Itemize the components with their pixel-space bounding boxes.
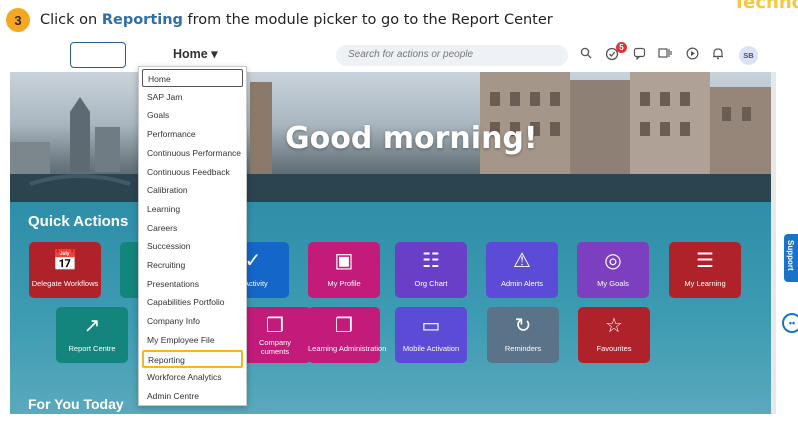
quick-action-label: Report Centre: [68, 344, 116, 353]
menu-item-admin-centre[interactable]: Admin Centre: [142, 387, 243, 405]
quick-action-tile[interactable]: ☰ My Learning: [669, 242, 741, 298]
alert-icon: ⚠: [513, 250, 531, 272]
org-chart-icon: ☷: [422, 250, 440, 272]
learning-admin-icon: ❐: [335, 315, 353, 337]
search-icon[interactable]: [578, 47, 594, 63]
compare-icon[interactable]: [657, 47, 673, 63]
menu-item-learning[interactable]: Learning: [142, 200, 243, 218]
quick-action-tile[interactable]: ↻ Reminders: [487, 307, 559, 363]
calendar-icon: 📅: [52, 250, 78, 272]
home-content: Quick Actions 📅Delegate Workflows☺R✓e Ac…: [10, 202, 771, 414]
quick-action-tile[interactable]: ❐ Company cuments: [239, 307, 311, 363]
reminder-icon: ↻: [514, 315, 532, 337]
search-input[interactable]: Search for actions or people: [336, 45, 568, 66]
quick-action-label: Learning Administration: [308, 344, 387, 353]
hero-banner: Good morning!: [10, 72, 771, 202]
quick-action-label: Company cuments: [258, 338, 292, 356]
top-navigation-bar: Home ▾ Search for actions or people 5 SB: [10, 40, 776, 72]
bell-icon[interactable]: [710, 47, 726, 63]
quick-action-tile[interactable]: 📅 Delegate Workflows: [29, 242, 101, 298]
support-label: Support: [786, 240, 795, 271]
quick-action-label: Favourites: [596, 344, 632, 353]
step-number-badge: 3: [6, 8, 30, 32]
quick-action-tile[interactable]: ☆ Favourites: [578, 307, 650, 363]
menu-item-presentations[interactable]: Presentations: [142, 275, 243, 293]
menu-item-my-employee-file[interactable]: My Employee File: [142, 331, 243, 349]
step-instruction: 3 Click on Reporting from the module pic…: [6, 8, 553, 32]
play-icon[interactable]: [684, 47, 700, 63]
menu-item-company-info[interactable]: Company Info: [142, 312, 243, 330]
quick-actions-title: Quick Actions: [28, 213, 129, 230]
quick-action-tile[interactable]: ❐ Learning Administration: [308, 307, 387, 363]
step-text-before: Click on: [40, 12, 102, 28]
menu-item-careers[interactable]: Careers: [142, 219, 243, 237]
screen: 3 Click on Reporting from the module pic…: [0, 0, 798, 426]
mobile-icon: ▭: [421, 315, 441, 337]
quick-action-tile[interactable]: ▣ My Profile: [308, 242, 380, 298]
module-picker-button[interactable]: Home ▾: [173, 46, 217, 61]
brand-watermark: Techno: [733, 0, 798, 13]
menu-item-performance[interactable]: Performance: [142, 125, 243, 143]
for-you-today-title: For You Today: [28, 396, 124, 412]
quick-action-label: My Learning: [684, 279, 726, 288]
quick-action-label: Admin Alerts: [500, 279, 544, 288]
menu-item-home[interactable]: Home: [142, 69, 243, 87]
quick-action-label: My Profile: [327, 279, 361, 288]
menu-item-continuous-performance[interactable]: Continuous Performance: [142, 144, 243, 162]
quick-action-tile[interactable]: ☷ Org Chart: [395, 242, 467, 298]
quick-action-label: Delegate Workflows: [31, 279, 99, 288]
module-picker-menu: Home SAP Jam Goals Performance Continuous Pe…: [138, 66, 247, 406]
chatbot-icon[interactable]: ••: [782, 313, 798, 333]
menu-item-continuous-feedback[interactable]: Continuous Feedback: [142, 163, 243, 181]
support-tab[interactable]: Support: [784, 234, 798, 282]
star-icon: ☆: [605, 315, 623, 337]
greeting-text: Good morning!: [285, 121, 538, 156]
menu-item-sap-jam[interactable]: SAP Jam: [142, 88, 243, 106]
quick-action-tile[interactable]: ⚠ Admin Alerts: [486, 242, 558, 298]
quick-action-tile[interactable]: ▭ Mobile Activation: [395, 307, 467, 363]
menu-item-recruiting[interactable]: Recruiting: [142, 256, 243, 274]
step-text-after: from the module picker to go to the Repo…: [182, 12, 553, 28]
quick-action-tile[interactable]: ◎ My Goals: [577, 242, 649, 298]
chart-icon: ↗: [83, 315, 101, 337]
company-logo[interactable]: [70, 42, 126, 68]
menu-item-succession[interactable]: Succession: [142, 237, 243, 255]
goals-icon: ◎: [604, 250, 622, 272]
book-icon: ☰: [696, 250, 714, 272]
quick-action-label: Org Chart: [414, 279, 448, 288]
menu-item-workforce-analytics[interactable]: Workforce Analytics: [142, 368, 243, 386]
avatar[interactable]: SB: [739, 46, 758, 65]
document-icon: ❐: [266, 315, 284, 337]
quick-action-label: My Goals: [597, 279, 629, 288]
menu-item-capabilities-portfolio[interactable]: Capabilities Portfolio: [142, 293, 243, 311]
step-text-highlight: Reporting: [101, 12, 183, 28]
menu-item-reporting[interactable]: Reporting: [142, 349, 243, 368]
profile-icon: ▣: [334, 250, 354, 272]
messages-icon[interactable]: [631, 47, 647, 63]
quick-action-label: Mobile Activation: [402, 344, 460, 353]
quick-action-label: Reminders: [504, 344, 542, 353]
menu-item-goals[interactable]: Goals: [142, 106, 243, 124]
step-text: Click on Reporting from the module picke…: [40, 12, 553, 28]
menu-item-calibration[interactable]: Calibration: [142, 181, 243, 199]
quick-action-tile[interactable]: ↗ Report Centre: [56, 307, 128, 363]
page-scrollbar[interactable]: [771, 72, 776, 414]
notification-badge: 5: [616, 42, 627, 53]
